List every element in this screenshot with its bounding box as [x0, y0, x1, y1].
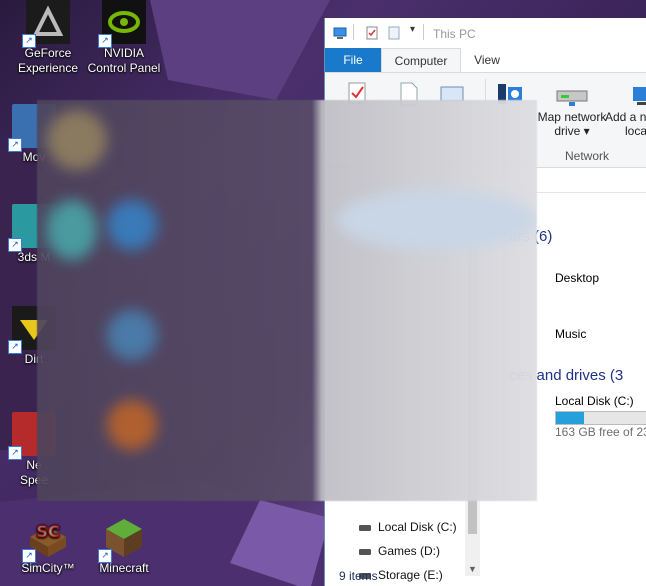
- tab-file[interactable]: File: [325, 48, 381, 72]
- ribbon-tabs: File Computer View: [325, 48, 646, 74]
- wallpaper-facet: [150, 0, 330, 100]
- nvidia-control-panel-icon: ↗: [98, 0, 146, 48]
- drive-icon: [359, 524, 371, 531]
- computer-icon: [333, 27, 347, 39]
- add-network-location-label: Add a n: [605, 110, 646, 124]
- blur-blob: [107, 310, 157, 360]
- nav-item-games-d[interactable]: Games (D:): [359, 544, 440, 558]
- add-network-location-button[interactable]: Add a n locat: [605, 85, 646, 138]
- ribbon-group-label-network: Network: [565, 149, 610, 163]
- desktop-icon-label: NVIDIA: [103, 46, 144, 60]
- wallpaper-facet: [0, 150, 40, 450]
- divider: [423, 24, 424, 40]
- desktop-icon-nvidia-control-panel[interactable]: ↗ NVIDIA Control Panel: [84, 0, 164, 76]
- item-count: 9 items: [339, 569, 378, 583]
- drive-free-space: 163 GB free of 232: [555, 425, 646, 439]
- nav-item-label: Local Disk (C:): [378, 520, 457, 534]
- drive-usage-fill: [556, 412, 584, 424]
- status-bar: 9 items: [325, 566, 646, 586]
- blur-blob: [337, 190, 537, 250]
- map-network-drive-button[interactable]: Map network drive ▾: [531, 87, 613, 138]
- folder-item-music[interactable]: Music: [555, 327, 586, 341]
- nav-item-local-disk-c[interactable]: Local Disk (C:): [359, 520, 457, 534]
- folder-item-desktop[interactable]: Desktop: [555, 271, 599, 285]
- customize-toolbar-chevron-icon[interactable]: ▾: [410, 24, 415, 35]
- drive-item-local-disk-c[interactable]: Local Disk (C:): [555, 394, 634, 408]
- properties-icon[interactable]: [365, 26, 379, 40]
- map-network-drive-label-2: drive ▾: [554, 124, 590, 138]
- window-title: This PC: [433, 27, 476, 41]
- svg-text:SC: SC: [36, 522, 59, 541]
- blurred-region: [37, 100, 537, 501]
- blur-blob: [107, 400, 157, 450]
- network-drive-icon: [556, 90, 588, 106]
- desktop-icon-label: Minecraft: [99, 561, 149, 575]
- blur-blob: [107, 200, 157, 250]
- desktop-icon-simcity[interactable]: SC ↗ SimCity™: [8, 515, 88, 576]
- new-folder-icon[interactable]: [387, 26, 401, 40]
- drive-icon: [359, 548, 371, 555]
- drive-usage-bar: [555, 411, 646, 425]
- blur-blob: [47, 110, 107, 170]
- blur-blob: [47, 200, 97, 260]
- simcity-icon: SC ↗: [22, 515, 70, 563]
- desktop-icon-geforce-experience[interactable]: ↗ GeForce Experience: [8, 0, 88, 76]
- network-location-icon: [633, 87, 646, 105]
- title-bar: ▾ This PC: [325, 18, 646, 48]
- divider: [353, 24, 354, 40]
- add-network-location-label-2: locat: [625, 124, 646, 138]
- map-network-drive-label: Map network: [537, 110, 607, 124]
- desktop-icon-label: Control Panel: [87, 61, 161, 75]
- desktop-icon-minecraft[interactable]: ↗ Minecraft: [84, 515, 164, 576]
- nav-item-label: Games (D:): [378, 544, 441, 558]
- geforce-experience-icon: ↗: [22, 0, 70, 48]
- minecraft-icon: ↗: [98, 515, 146, 563]
- tab-computer[interactable]: Computer: [381, 48, 461, 74]
- desktop-icon-label: SimCity™: [21, 561, 75, 575]
- desktop-icon-label: Experience: [17, 61, 79, 75]
- tab-view[interactable]: View: [465, 48, 509, 72]
- desktop-icon-label: GeForce: [24, 46, 72, 60]
